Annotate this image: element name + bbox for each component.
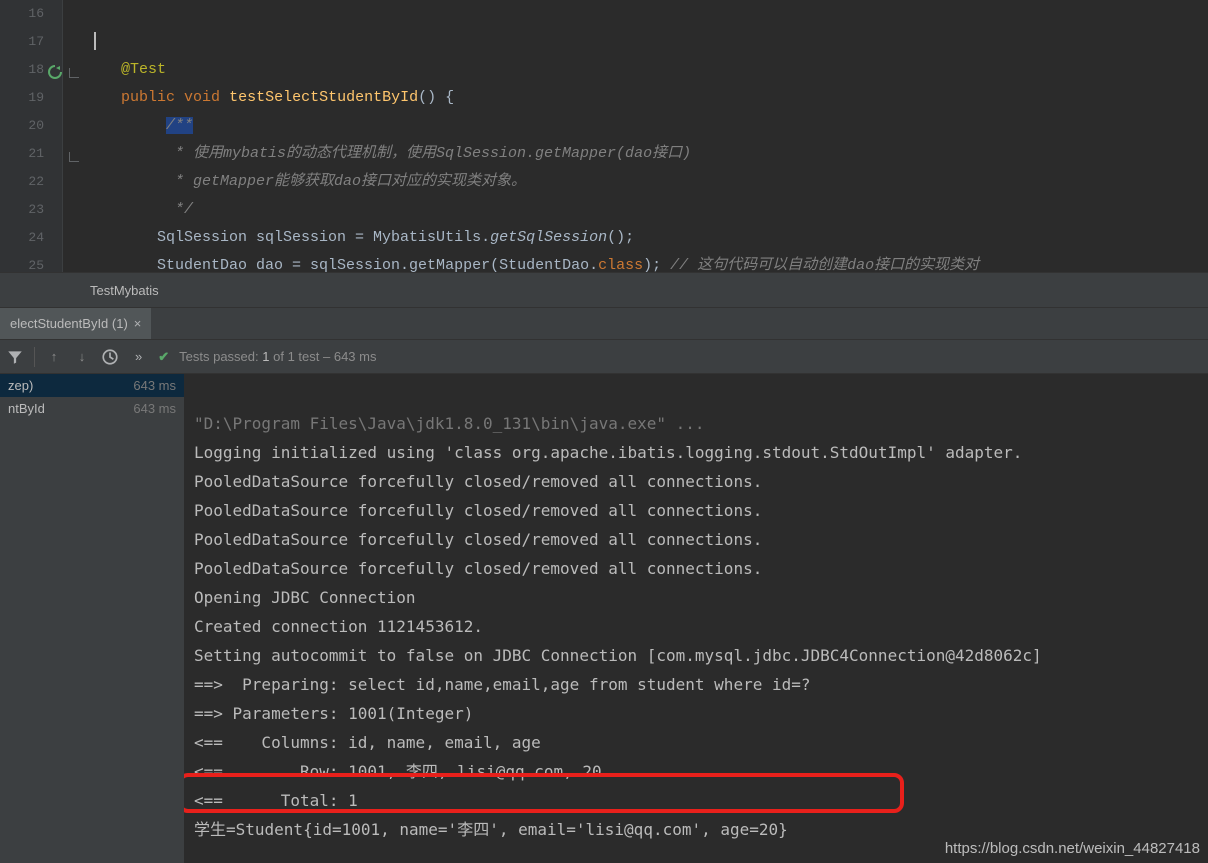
tests-passed-label: Tests passed: 1 of 1 test – 643 ms xyxy=(179,349,376,364)
line-number: 18 xyxy=(0,56,44,84)
console-line: ==> Preparing: select id,name,email,age … xyxy=(194,675,811,694)
line-number: 22 xyxy=(0,168,44,196)
line-number: 17 xyxy=(0,28,44,56)
line-number: 20 xyxy=(0,112,44,140)
line-number: 16 xyxy=(0,0,44,28)
watermark: https://blog.csdn.net/weixin_44827418 xyxy=(945,840,1200,857)
up-arrow-icon[interactable]: ↑ xyxy=(45,348,63,366)
console-line: Logging initialized using 'class org.apa… xyxy=(194,443,1022,462)
gutter: 16 17 18 19 20 21 22 23 24 25 xyxy=(0,0,62,272)
down-arrow-icon[interactable]: ↓ xyxy=(73,348,91,366)
breadcrumb-bar: TestMybatis xyxy=(0,272,1208,308)
doc-comment: * 使用mybatis的动态代理机制，使用SqlSession.getMappe… xyxy=(166,145,691,162)
line-number: 21 xyxy=(0,140,44,168)
fold-column xyxy=(62,0,90,272)
console-line: PooledDataSource forcefully closed/remov… xyxy=(194,501,762,520)
breadcrumb[interactable]: TestMybatis xyxy=(90,283,159,298)
console-line: <== Columns: id, name, email, age xyxy=(194,733,541,752)
line-number: 19 xyxy=(0,84,44,112)
console-line: Created connection 1121453612. xyxy=(194,617,483,636)
console-line: PooledDataSource forcefully closed/remov… xyxy=(194,472,762,491)
filter-icon[interactable] xyxy=(6,348,24,366)
doc-comment: * getMapper能够获取dao接口对应的实现类对象。 xyxy=(166,173,526,190)
rerun-gutter-icon[interactable] xyxy=(48,62,62,76)
console-line: "D:\Program Files\Java\jdk1.8.0_131\bin\… xyxy=(194,414,705,433)
run-tab[interactable]: electStudentById (1) × xyxy=(0,308,151,339)
doc-comment: /** xyxy=(166,117,193,134)
close-icon[interactable]: × xyxy=(134,316,142,331)
console-output[interactable]: "D:\Program Files\Java\jdk1.8.0_131\bin\… xyxy=(184,374,1208,863)
test-toolbar: ↑ ↓ » ✔ Tests passed: 1 of 1 test – 643 … xyxy=(0,340,1208,374)
console-line: PooledDataSource forcefully closed/remov… xyxy=(194,559,762,578)
console-line: 学生=Student{id=1001, name='李四', email='li… xyxy=(194,820,788,839)
code-editor[interactable]: 16 17 18 19 20 21 22 23 24 25 @Test publ… xyxy=(0,0,1208,272)
console-line: ==> Parameters: 1001(Integer) xyxy=(194,704,473,723)
run-tabs: electStudentById (1) × xyxy=(0,308,1208,340)
console-line: Opening JDBC Connection xyxy=(194,588,416,607)
console-line: Setting autocommit to false on JDBC Conn… xyxy=(194,646,1042,665)
line-number: 25 xyxy=(0,252,44,280)
code-content[interactable]: @Test public void testSelectStudentById(… xyxy=(90,0,1208,272)
console-line: <== Total: 1 xyxy=(194,791,358,810)
line-number: 24 xyxy=(0,224,44,252)
clock-icon[interactable] xyxy=(101,348,119,366)
tree-row[interactable]: ntById643 ms xyxy=(0,397,184,420)
line-number: 23 xyxy=(0,196,44,224)
check-icon: ✔ xyxy=(158,349,169,365)
doc-comment: */ xyxy=(166,201,193,218)
test-tree[interactable]: zep)643 ms ntById643 ms xyxy=(0,374,184,863)
console-line: <== Row: 1001, 李四, lisi@qq.com, 20 xyxy=(194,762,602,781)
tree-row[interactable]: zep)643 ms xyxy=(0,374,184,397)
console-line: PooledDataSource forcefully closed/remov… xyxy=(194,530,762,549)
annotation: @Test xyxy=(121,61,166,78)
